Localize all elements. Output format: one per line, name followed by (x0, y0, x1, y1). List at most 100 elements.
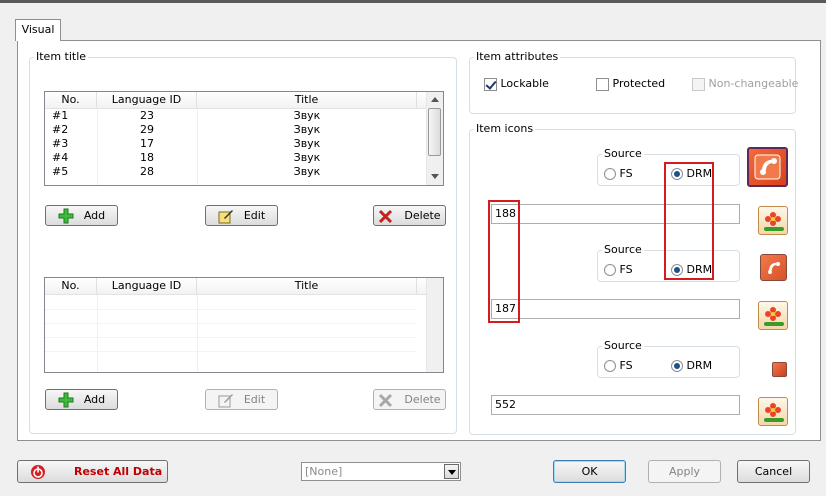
lockable-checkbox[interactable]: Lockable (484, 77, 549, 91)
power-icon (30, 464, 46, 480)
fs-label: FS (619, 359, 633, 372)
row-language-id: 18 (140, 151, 154, 164)
flower-icon[interactable] (758, 206, 788, 235)
add-title-button[interactable]: Add (45, 205, 118, 226)
scroll-thumb[interactable] (428, 108, 441, 156)
fs-label: FS (619, 263, 633, 276)
fs-radio-button[interactable] (604, 264, 616, 276)
ok-button[interactable]: OK (553, 460, 626, 483)
edit-label: Edit (243, 393, 266, 406)
non-changeable-check-box[interactable] (692, 77, 705, 91)
reset-all-data-button[interactable]: Reset All Data (17, 460, 168, 483)
row-title: Звук (293, 165, 321, 178)
phone-large-icon[interactable] (747, 147, 788, 187)
row-no: #4 (52, 151, 69, 164)
delete-label: Delete (404, 393, 441, 406)
lockable-label: Lockable (500, 77, 549, 90)
delete-x-icon (378, 208, 394, 224)
item-attributes-label: Item attributes (474, 50, 561, 63)
non-changeable-label: Non-changeable (708, 77, 799, 90)
select-value: [None] (305, 465, 343, 478)
table-scrollbar-area (426, 278, 443, 372)
column-language-id[interactable]: Language ID (97, 278, 197, 294)
row-no: #1 (52, 109, 69, 122)
item-title-table[interactable]: No. Language ID Title #1 23 Звук #2 29 З… (44, 91, 444, 186)
drm-radio-3[interactable]: DRM (671, 359, 712, 372)
row-language-id: 28 (140, 165, 154, 178)
source-label: Source (602, 339, 644, 352)
row-no: #5 (52, 165, 69, 178)
add-label: Add (83, 393, 106, 406)
reset-label: Reset All Data (74, 465, 163, 478)
cancel-button[interactable]: Cancel (737, 460, 810, 483)
table-row[interactable]: #5 28 Звук (45, 165, 443, 179)
edit-icon (218, 392, 234, 408)
add-secondary-button[interactable]: Add (45, 389, 118, 410)
protected-label: Protected (612, 77, 666, 90)
protected-check-box[interactable] (596, 77, 609, 91)
column-language-id[interactable]: Language ID (97, 92, 197, 108)
source-label: Source (602, 243, 644, 256)
fs-label: FS (619, 167, 633, 180)
apply-button[interactable]: Apply (648, 460, 721, 483)
source-select[interactable]: [None] (301, 462, 461, 481)
table-row[interactable]: #4 18 Звук (45, 151, 443, 165)
column-no[interactable]: No. (45, 92, 97, 108)
highlight-box-drm (664, 162, 714, 280)
secondary-table[interactable]: No. Language ID Title (44, 277, 444, 373)
flower-icon[interactable] (758, 397, 788, 426)
row-title: Звук (293, 151, 321, 164)
icon-id-input-3[interactable]: 552 (491, 395, 740, 415)
row-language-id: 29 (140, 123, 154, 136)
scroll-down-arrow-icon[interactable] (431, 174, 439, 179)
add-label: Add (83, 209, 106, 222)
protected-checkbox[interactable]: Protected (596, 77, 665, 91)
fs-radio-1[interactable]: FS (604, 167, 633, 180)
fs-radio-2[interactable]: FS (604, 263, 633, 276)
column-title[interactable]: Title (197, 278, 417, 294)
row-title: Звук (293, 109, 321, 122)
lockable-check-box[interactable] (484, 77, 497, 91)
item-title-label: Item title (34, 50, 89, 63)
fs-radio-button[interactable] (604, 168, 616, 180)
phone-medium-icon[interactable] (760, 254, 787, 281)
column-title[interactable]: Title (197, 92, 417, 108)
delete-label: Delete (404, 209, 441, 222)
table-header: No. Language ID Title (45, 278, 443, 295)
highlight-box-inputs (488, 200, 520, 323)
row-no: #2 (52, 123, 69, 136)
item-icons-label: Item icons (474, 122, 536, 135)
fs-radio-button[interactable] (604, 360, 616, 372)
table-row[interactable]: #3 17 Звук (45, 137, 443, 151)
plus-icon (58, 208, 74, 224)
column-no[interactable]: No. (45, 278, 97, 294)
row-language-id: 17 (140, 137, 154, 150)
row-title: Звук (293, 123, 321, 136)
row-language-id: 23 (140, 109, 154, 122)
edit-title-button[interactable]: Edit (205, 205, 278, 226)
table-row[interactable]: #1 23 Звук (45, 109, 443, 123)
edit-icon (218, 208, 234, 224)
table-row[interactable]: #2 29 Звук (45, 123, 443, 137)
window-top-border (0, 0, 826, 3)
edit-secondary-button[interactable]: Edit (205, 389, 278, 410)
non-changeable-checkbox[interactable]: Non-changeable (692, 77, 798, 91)
flower-icon[interactable] (758, 301, 788, 330)
edit-label: Edit (243, 209, 266, 222)
plus-icon (58, 392, 74, 408)
drm-label: DRM (686, 359, 713, 372)
row-title: Звук (293, 137, 321, 150)
icon-id-input-2[interactable]: 187 (491, 299, 740, 319)
chevron-down-icon[interactable] (444, 464, 459, 479)
delete-secondary-button[interactable]: Delete (373, 389, 446, 410)
fs-radio-3[interactable]: FS (604, 359, 633, 372)
tab-visual[interactable]: Visual (15, 19, 61, 41)
phone-small-icon[interactable] (772, 362, 787, 377)
table-header: No. Language ID Title (45, 92, 443, 109)
delete-x-icon (378, 392, 394, 408)
drm-radio-button[interactable] (671, 360, 683, 372)
delete-title-button[interactable]: Delete (373, 205, 446, 226)
scroll-up-arrow-icon[interactable] (431, 97, 439, 102)
table-scrollbar[interactable] (426, 92, 443, 185)
source-label: Source (602, 147, 644, 160)
